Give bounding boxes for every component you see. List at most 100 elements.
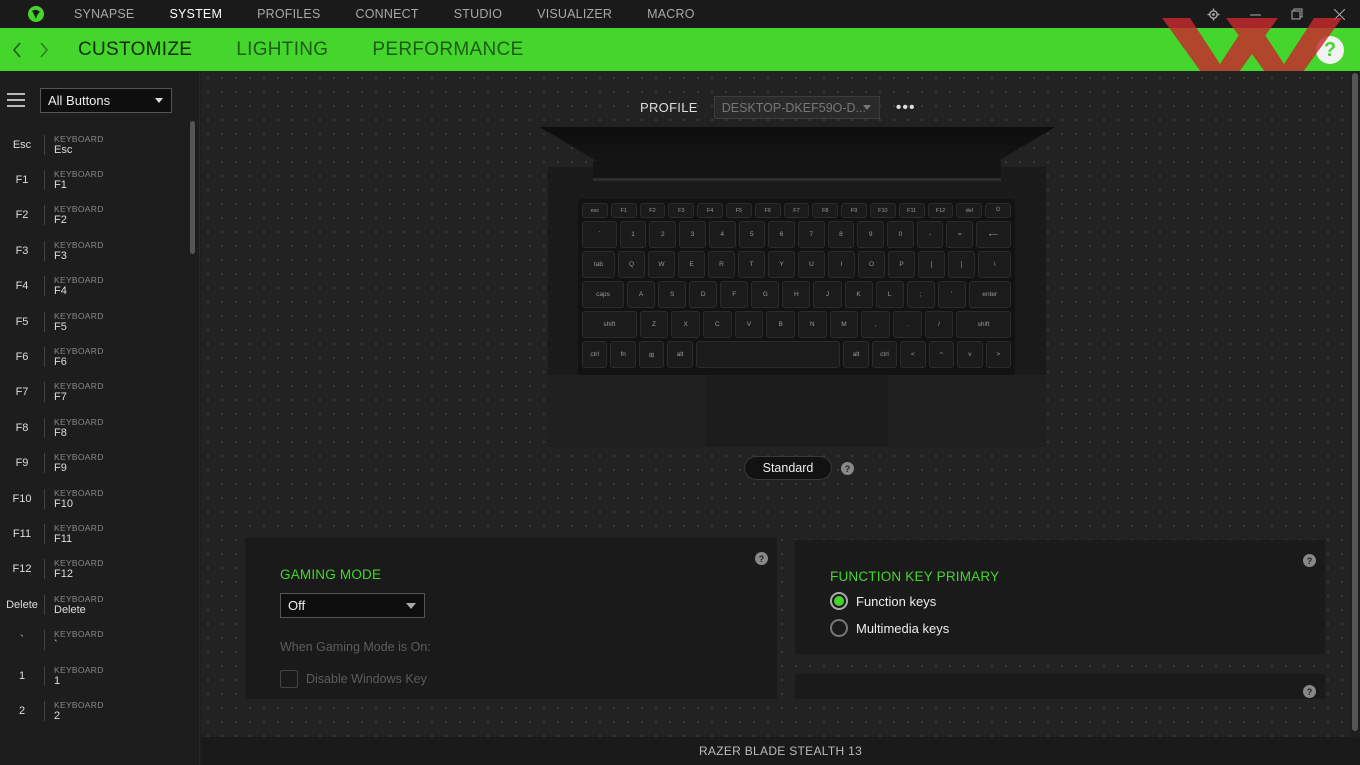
button-filter-dropdown[interactable]: All Buttons bbox=[40, 87, 172, 113]
nav-visualizer[interactable]: VISUALIZER bbox=[537, 7, 612, 21]
keyboard-key[interactable]: P bbox=[888, 251, 915, 278]
keyboard-key[interactable]: A bbox=[627, 281, 656, 308]
keyboard-key[interactable]: ; bbox=[906, 281, 935, 308]
keyboard-key[interactable]: , bbox=[861, 311, 890, 338]
help-icon[interactable]: ? bbox=[1316, 36, 1344, 64]
radio-function-keys[interactable]: Function keys bbox=[830, 592, 936, 610]
disable-windows-key-checkbox[interactable]: Disable Windows Key bbox=[280, 670, 427, 688]
key-list-item[interactable]: F10 KEYBOARD F10 bbox=[0, 481, 188, 516]
keyboard-key[interactable]: 6 bbox=[768, 221, 795, 248]
keyboard-key[interactable]: ^ bbox=[928, 341, 955, 368]
profile-dropdown[interactable]: DESKTOP-DKEF59O-D... bbox=[713, 96, 880, 119]
keyboard-key[interactable]: O bbox=[858, 251, 885, 278]
keyboard-key[interactable]: T bbox=[738, 251, 765, 278]
nav-macro[interactable]: MACRO bbox=[647, 7, 695, 21]
razer-logo-icon[interactable] bbox=[22, 0, 50, 28]
keyboard-key[interactable]: J bbox=[813, 281, 842, 308]
keyboard-key[interactable]: N bbox=[797, 311, 827, 338]
keyboard-key[interactable]: 0 bbox=[887, 221, 914, 248]
help-icon[interactable]: ? bbox=[841, 462, 854, 475]
key-list-item[interactable]: 1 KEYBOARD 1 bbox=[0, 658, 188, 693]
key-list-item[interactable]: 2 KEYBOARD 2 bbox=[0, 693, 188, 728]
keyboard-key[interactable]: F9 bbox=[841, 203, 867, 218]
keyboard-key[interactable]: ] bbox=[948, 251, 975, 278]
keyboard-key[interactable]: caps bbox=[582, 281, 625, 308]
help-icon[interactable]: ? bbox=[755, 552, 768, 565]
keyboard-key[interactable]: H bbox=[782, 281, 811, 308]
gaming-mode-dropdown[interactable]: Off bbox=[280, 593, 425, 618]
restore-icon[interactable] bbox=[1276, 0, 1318, 28]
keyboard-key[interactable]: [ bbox=[918, 251, 945, 278]
keyboard-key[interactable]: U bbox=[798, 251, 825, 278]
keyboard-key[interactable]: > bbox=[985, 341, 1011, 368]
radio-multimedia-keys[interactable]: Multimedia keys bbox=[830, 619, 949, 637]
keyboard-key[interactable]: F7 bbox=[783, 203, 810, 218]
keyboard-key[interactable]: X bbox=[671, 311, 700, 338]
keyboard-key[interactable]: F2 bbox=[639, 203, 666, 218]
keyboard-key[interactable]: Z bbox=[639, 311, 669, 338]
forward-arrow-icon[interactable] bbox=[34, 28, 54, 71]
keyboard-key[interactable]: E bbox=[678, 251, 705, 278]
key-list-item[interactable]: Delete KEYBOARD Delete bbox=[0, 587, 188, 622]
key-list-item[interactable]: F4 KEYBOARD F4 bbox=[0, 269, 188, 304]
key-list-item[interactable]: F3 KEYBOARD F3 bbox=[0, 233, 188, 268]
keyboard-key[interactable]: K bbox=[844, 281, 873, 308]
keyboard-key[interactable]: . bbox=[892, 311, 922, 338]
more-options-icon[interactable]: ••• bbox=[896, 99, 916, 117]
keyboard-key[interactable]: ' bbox=[937, 281, 966, 308]
keyboard-key[interactable]: v bbox=[957, 341, 983, 368]
key-list-item[interactable]: F7 KEYBOARD F7 bbox=[0, 375, 188, 410]
key-list-item[interactable]: F1 KEYBOARD F1 bbox=[0, 162, 188, 197]
nav-synapse[interactable]: SYNAPSE bbox=[74, 7, 134, 21]
keyboard-key[interactable]: G bbox=[751, 281, 780, 308]
sidebar-scrollbar[interactable] bbox=[190, 121, 195, 254]
keyboard-key[interactable]: 3 bbox=[679, 221, 706, 248]
keyboard-key[interactable]: I bbox=[828, 251, 855, 278]
keyboard-key[interactable]: fn bbox=[610, 341, 636, 368]
keyboard-key[interactable]: ` bbox=[582, 221, 617, 248]
keyboard-key[interactable]: ⏻ bbox=[985, 203, 1011, 218]
keyboard-key[interactable]: Q bbox=[618, 251, 645, 278]
keyboard-key[interactable]: Y bbox=[768, 251, 795, 278]
keyboard-key[interactable]: C bbox=[702, 311, 732, 338]
key-list-item[interactable]: F2 KEYBOARD F2 bbox=[0, 198, 188, 233]
key-list-item[interactable]: F12 KEYBOARD F12 bbox=[0, 552, 188, 587]
keyboard-key[interactable]: D bbox=[689, 281, 718, 308]
keyboard-key[interactable]: L bbox=[875, 281, 904, 308]
keyboard-key[interactable]: 1 bbox=[619, 221, 647, 248]
keyboard-key[interactable]: 2 bbox=[649, 221, 677, 248]
settings-gear-icon[interactable] bbox=[1192, 0, 1234, 28]
keyboard-key[interactable]: tab bbox=[582, 251, 615, 278]
keyboard-key[interactable]: alt bbox=[667, 341, 693, 368]
keyboard-key[interactable]: 9 bbox=[857, 221, 885, 248]
keyboard-key[interactable] bbox=[695, 341, 841, 368]
keyboard-key[interactable]: / bbox=[924, 311, 954, 338]
key-list-item[interactable]: F11 KEYBOARD F11 bbox=[0, 516, 188, 551]
nav-studio[interactable]: STUDIO bbox=[454, 7, 502, 21]
key-list-item[interactable]: Esc KEYBOARD Esc bbox=[0, 127, 188, 162]
nav-system[interactable]: SYSTEM bbox=[169, 7, 222, 21]
checkbox-box[interactable] bbox=[280, 670, 298, 688]
keyboard-key[interactable]: S bbox=[658, 281, 687, 308]
close-icon[interactable] bbox=[1318, 0, 1360, 28]
key-list-item[interactable]: F9 KEYBOARD F9 bbox=[0, 446, 188, 481]
keyboard-key[interactable]: F3 bbox=[668, 203, 695, 218]
keyboard-key[interactable]: enter bbox=[968, 281, 1011, 308]
hamburger-menu-icon[interactable] bbox=[7, 93, 25, 107]
key-list-item[interactable]: F8 KEYBOARD F8 bbox=[0, 410, 188, 445]
keyboard-key[interactable]: F11 bbox=[898, 203, 925, 218]
help-icon[interactable]: ? bbox=[1303, 685, 1316, 698]
main-scrollbar[interactable] bbox=[1350, 71, 1360, 737]
standard-mode-button[interactable]: Standard bbox=[744, 456, 832, 480]
keyboard-key[interactable]: F5 bbox=[725, 203, 752, 218]
keyboard-key[interactable]: F12 bbox=[927, 203, 954, 218]
key-list-item[interactable]: F6 KEYBOARD F6 bbox=[0, 339, 188, 374]
keyboard-key[interactable]: ctrl bbox=[582, 341, 608, 368]
radio-button[interactable] bbox=[830, 619, 848, 637]
keyboard-key[interactable]: esc bbox=[582, 203, 608, 218]
nav-profiles[interactable]: PROFILES bbox=[257, 7, 320, 21]
main-scrollbar-thumb[interactable] bbox=[1352, 73, 1358, 731]
keyboard-key[interactable]: V bbox=[734, 311, 764, 338]
keyboard-key[interactable]: F8 bbox=[812, 203, 839, 218]
keyboard-key[interactable]: R bbox=[708, 251, 735, 278]
